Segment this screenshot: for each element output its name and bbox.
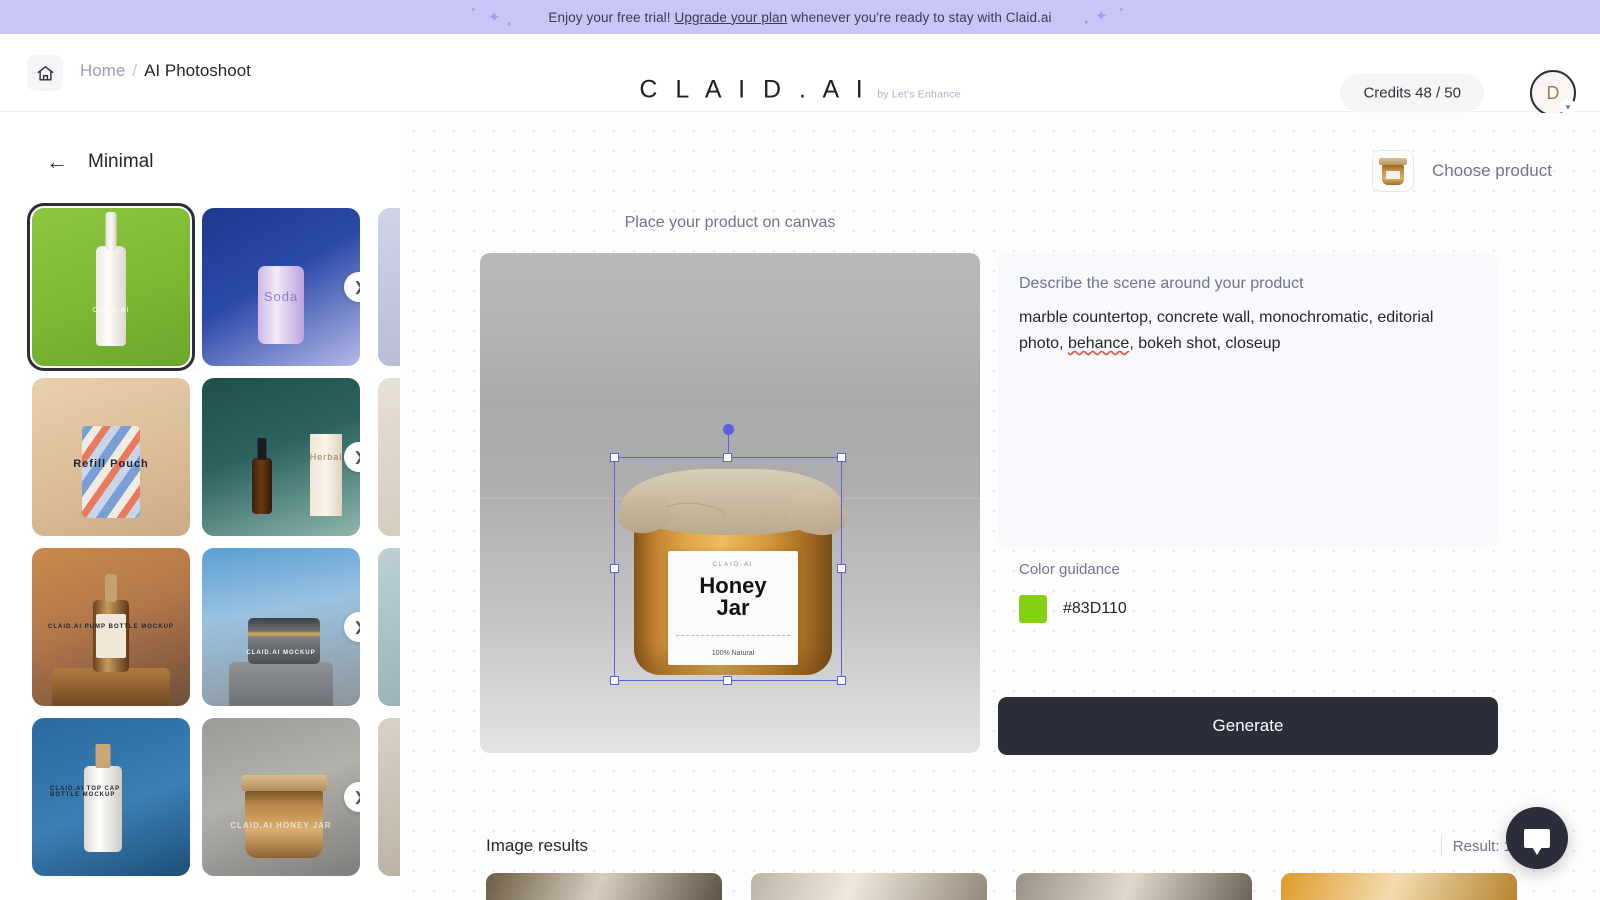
resize-handle-bottom-right[interactable]: [837, 676, 846, 685]
box-shape: [310, 434, 342, 516]
canvas-caption: Place your product on canvas: [624, 214, 836, 231]
template-thumbnail-overflow-column: [378, 208, 400, 888]
resize-handle-bottom-middle[interactable]: [723, 676, 732, 685]
generate-button[interactable]: Generate: [998, 697, 1498, 755]
result-thumb-4[interactable]: [1281, 873, 1517, 900]
sidebar-thumb-pump-bottle-sunset[interactable]: CLAID.AI PUMP BOTTLE MOCKUP: [32, 548, 190, 706]
can-shape: [258, 266, 304, 344]
scene-prompt-value: marble countertop, concrete wall, monoch…: [1019, 305, 1472, 357]
resize-handle-bottom-left[interactable]: [610, 676, 619, 685]
result-thumb-2[interactable]: [751, 873, 987, 900]
thumb-caption: CLAID.AI: [92, 307, 130, 314]
breadcrumb-home[interactable]: Home: [80, 61, 125, 81]
stump-shape: [52, 668, 170, 706]
sidebar-title: Minimal: [88, 151, 154, 172]
scene-prompt-field[interactable]: Describe the scene around your product m…: [998, 253, 1498, 547]
scene-prompt-label: Describe the scene around your product: [1019, 275, 1304, 292]
color-guidance-row: #83D110: [1019, 595, 1127, 623]
pump-bottle-shape: [93, 600, 129, 672]
rotate-handle[interactable]: [722, 424, 734, 435]
color-guidance-label: Color guidance: [1019, 561, 1120, 578]
home-button[interactable]: [27, 55, 63, 91]
chat-bubble-icon: [1524, 828, 1550, 855]
sidebar-thumb-overflow-2[interactable]: [378, 378, 400, 536]
dropper-shape: [252, 458, 273, 514]
avatar[interactable]: D ▾: [1530, 70, 1576, 116]
product-canvas[interactable]: CLAID.AI Honey Jar 100% Natural: [480, 253, 980, 753]
sparkle-icon: ✦: [488, 9, 501, 26]
color-swatch[interactable]: [1019, 595, 1047, 623]
resize-handle-top-right[interactable]: [837, 453, 846, 462]
home-icon: [37, 65, 53, 81]
sidebar-thumb-honey-jar-stone[interactable]: CLAID.AI HONEY JAR ❯: [202, 718, 360, 876]
credits-badge[interactable]: Credits 48 / 50: [1340, 73, 1484, 113]
thumb-caption: CLAID.AI MOCKUP: [246, 650, 316, 656]
chevron-right-icon[interactable]: ❯: [344, 782, 360, 812]
sparkle-icon: ✦: [506, 20, 513, 29]
choose-product-button[interactable]: Choose product: [1371, 150, 1552, 192]
image-results-title: Image results: [486, 836, 589, 855]
app-root: ✦ ✦ ✦ Enjoy your free trial! Upgrade you…: [0, 0, 1600, 900]
sidebar-back-header[interactable]: ← Minimal: [46, 151, 153, 173]
resize-handle-top-left[interactable]: [610, 453, 619, 462]
sidebar-thumb-cosmetic-jar-clouds[interactable]: CLAID.AI MOCKUP ❯: [202, 548, 360, 706]
image-results-strip: [486, 873, 1546, 900]
selection-frame[interactable]: [610, 424, 846, 685]
sidebar-thumb-overflow-4[interactable]: [378, 718, 400, 876]
banner-text-after: whenever you're ready to stay with Claid…: [787, 9, 1052, 25]
pouch-shape: [82, 426, 140, 518]
template-thumbnail-grid: CLAID.AI Soda ❯ Refill Pouch Herbal ❯: [27, 203, 400, 876]
logo-text: C L A I D . A I: [639, 75, 869, 104]
sparkle-icon: ✦: [1083, 18, 1090, 27]
chevron-right-icon[interactable]: ❯: [344, 442, 360, 472]
avatar-initial: D: [1546, 82, 1560, 103]
result-thumb-3[interactable]: [1016, 873, 1252, 900]
banner-text-before: Enjoy your free trial!: [548, 9, 675, 25]
breadcrumb: Home / AI Photoshoot: [80, 61, 251, 81]
sidebar-thumb-soda-can-blue[interactable]: Soda ❯: [202, 208, 360, 366]
sidebar-thumb-top-cap-bottle-blue[interactable]: CLAID.AI TOP CAP BOTTLE MOCKUP: [32, 718, 190, 876]
breadcrumb-current: AI Photoshoot: [144, 61, 251, 80]
prompt-misspelled-word: behance: [1067, 335, 1130, 353]
app-header: Home / AI Photoshoot C L A I D . A I by …: [0, 34, 1600, 116]
prompt-text-part2: , bokeh shot, closeup: [1129, 335, 1281, 353]
template-sidebar: ← Minimal CLAID.AI Soda ❯ Refill Pouch H…: [0, 113, 400, 900]
result-count-label: Result: 1: [1452, 838, 1512, 855]
color-hex-value[interactable]: #83D110: [1063, 600, 1127, 618]
resize-handle-middle-left[interactable]: [610, 564, 619, 573]
thumb-caption: CLAID.AI PUMP BOTTLE MOCKUP: [48, 624, 174, 630]
chat-bubble-button[interactable]: [1506, 807, 1568, 869]
trial-banner: ✦ ✦ ✦ Enjoy your free trial! Upgrade you…: [0, 0, 1600, 34]
resize-handle-middle-right[interactable]: [837, 564, 846, 573]
sparkle-icon: ✦: [470, 7, 476, 14]
bottle-shape: [96, 246, 126, 346]
breadcrumb-separator: /: [132, 61, 138, 80]
sidebar-thumb-overflow-3[interactable]: [378, 548, 400, 706]
sidebar-thumb-refill-pouch[interactable]: Refill Pouch: [32, 378, 190, 536]
thumb-caption: Refill Pouch: [73, 458, 149, 470]
sparkle-icon: ✦: [1118, 7, 1124, 14]
cosmetic-jar-shape: [248, 618, 321, 664]
resize-handle-top-middle[interactable]: [723, 453, 732, 462]
sparkle-icon: ✦: [1095, 8, 1108, 25]
logo-subtitle: by Let's Enhance: [877, 88, 961, 101]
thumb-caption: CLAID.AI TOP CAP BOTTLE MOCKUP: [50, 786, 121, 798]
thumb-caption: CLAID.AI HONEY JAR: [230, 821, 332, 830]
honey-jar-thumbnail-icon: [1371, 150, 1414, 192]
white-bottle-shape: [84, 766, 123, 852]
upgrade-plan-link[interactable]: Upgrade your plan: [674, 10, 787, 25]
sidebar-thumb-herbal-dropper[interactable]: Herbal ❯: [202, 378, 360, 536]
workspace: Choose product Place your product on can…: [400, 113, 1600, 900]
choose-product-label: Choose product: [1431, 161, 1552, 180]
result-thumb-1[interactable]: [486, 873, 722, 900]
plinth-shape: [229, 662, 333, 706]
thumb-caption: Soda: [263, 289, 299, 304]
chevron-right-icon[interactable]: ❯: [344, 612, 360, 642]
results-divider: [1441, 835, 1442, 855]
brand-logo[interactable]: C L A I D . A I by Let's Enhance: [639, 76, 960, 105]
arrow-left-icon: ←: [46, 149, 68, 174]
sidebar-thumb-overflow-1[interactable]: [378, 208, 400, 366]
sidebar-thumb-wine-bottle-green[interactable]: CLAID.AI: [27, 203, 195, 371]
